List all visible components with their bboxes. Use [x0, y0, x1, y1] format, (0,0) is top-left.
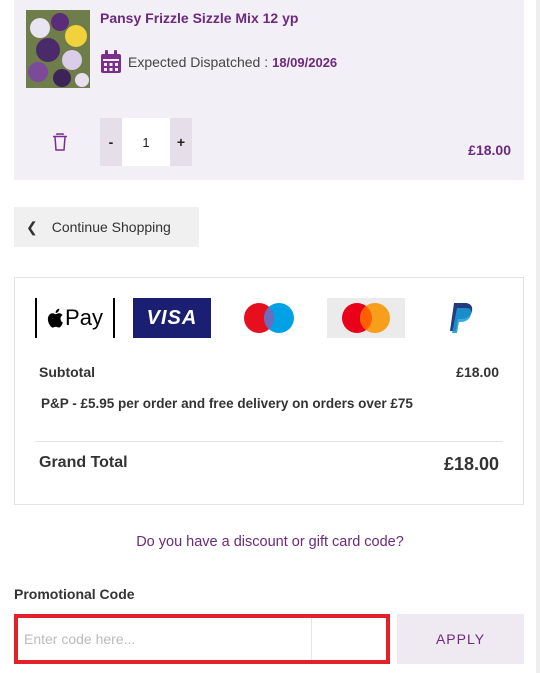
calendar-icon — [101, 50, 121, 73]
apple-pay-logo: Pay — [35, 298, 115, 338]
quantity-input[interactable] — [122, 118, 170, 166]
product-title[interactable]: Pansy Frizzle Sizzle Mix 12 yp — [100, 10, 298, 26]
pp-note: P&P - £5.95 per order and free delivery … — [41, 396, 413, 411]
continue-shopping-button[interactable]: ❮ Continue Shopping — [14, 207, 199, 247]
mastercard-logo — [327, 298, 405, 338]
scrollbar[interactable] — [536, 0, 540, 673]
apply-button[interactable]: APPLY — [397, 614, 524, 664]
dispatch-label: Expected Dispatched : — [128, 54, 269, 70]
grand-total-label: Grand Total — [39, 454, 128, 471]
apple-icon — [47, 308, 63, 328]
order-summary: Pay VISA Subtotal £18.00 P&P - £5.95 per… — [14, 277, 524, 505]
subtotal-label: Subtotal — [39, 364, 95, 380]
discount-code-link[interactable]: Do you have a discount or gift card code… — [0, 534, 540, 550]
summary-divider — [35, 441, 503, 442]
promo-code-input[interactable] — [18, 618, 312, 660]
dispatch-info: Expected Dispatched : 18/09/2026 — [100, 50, 337, 74]
subtotal-row: Subtotal £18.00 — [39, 364, 499, 380]
cart-item: Pansy Frizzle Sizzle Mix 12 yp Expected … — [14, 0, 524, 180]
paypal-logo — [445, 298, 475, 338]
grand-total-row: Grand Total £18.00 — [39, 454, 499, 475]
promo-code-label: Promotional Code — [14, 586, 135, 602]
subtotal-value: £18.00 — [456, 364, 499, 380]
increase-quantity-button[interactable]: + — [170, 118, 192, 166]
promo-code-field — [14, 614, 390, 664]
visa-logo: VISA — [133, 298, 211, 338]
trash-icon[interactable] — [52, 133, 68, 151]
chevron-left-icon: ❮ — [26, 218, 38, 235]
maestro-logo — [241, 298, 297, 338]
product-image[interactable] — [26, 10, 90, 88]
pp-row: P&P - £5.95 per order and free delivery … — [41, 396, 499, 411]
apple-pay-text: Pay — [65, 305, 103, 330]
payment-methods: Pay VISA — [35, 298, 505, 340]
grand-total-value: £18.00 — [443, 454, 499, 474]
continue-shopping-label: Continue Shopping — [51, 219, 171, 235]
item-price: £18.00 — [468, 142, 511, 158]
dispatch-date: 18/09/2026 — [272, 54, 338, 70]
quantity-stepper: - + — [100, 118, 192, 166]
decrease-quantity-button[interactable]: - — [100, 118, 122, 166]
